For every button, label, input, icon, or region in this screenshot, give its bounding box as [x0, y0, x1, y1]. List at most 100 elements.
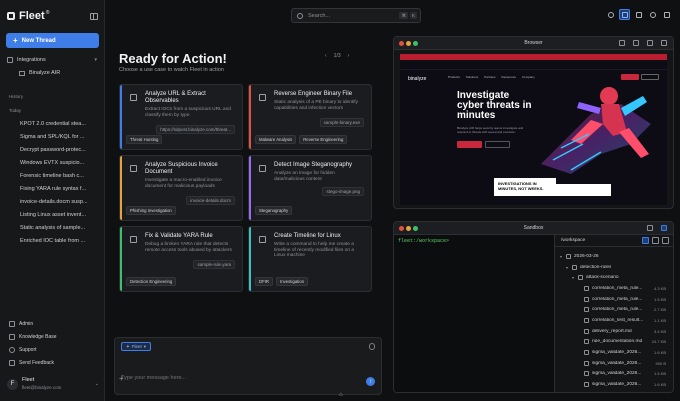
- integrations-section[interactable]: Integrations ▾: [7, 57, 97, 63]
- tree-file[interactable]: sigma_validate_2026... 1.5 KB: [555, 369, 673, 380]
- knowledge-base-link[interactable]: Knowledge Base: [9, 334, 57, 340]
- tree-folder[interactable]: ▾ 2026-03-26: [555, 251, 673, 262]
- tree-file[interactable]: sigma_validate_2026... 1.6 KB: [555, 379, 673, 390]
- card-description: Extract IOCs from a suspicious URL and c…: [145, 107, 231, 118]
- expand-icon[interactable]: [661, 40, 667, 46]
- admin-link[interactable]: Admin: [9, 321, 33, 327]
- search-box[interactable]: Search... ⌘ K: [291, 8, 421, 23]
- browser-view-button[interactable]: [647, 9, 658, 20]
- user-menu[interactable]: F Fleet fleet@binalyze.com ⌄: [7, 375, 99, 393]
- sort-icon[interactable]: [642, 237, 649, 244]
- use-case-card[interactable]: Fix & Validate YARA Rule Debug a broken …: [119, 226, 243, 292]
- tree-folder[interactable]: ▾ detection-rules: [555, 262, 673, 273]
- message-input[interactable]: [121, 375, 351, 381]
- card-title: Detect Image Steganography: [274, 162, 353, 168]
- file-size: 1.5 KB: [653, 296, 666, 302]
- site-hero-cta[interactable]: [457, 141, 482, 148]
- card-tag: Threat Hunting: [126, 135, 163, 144]
- send-button[interactable]: ↑: [366, 377, 375, 386]
- pager-next-button[interactable]: ›: [348, 53, 350, 59]
- use-case-card[interactable]: Analyze Suspicious Invoice Document Inve…: [119, 155, 243, 221]
- use-case-pager: ‹ 1/3 ›: [325, 53, 349, 59]
- agent-label: Fleet: [131, 344, 142, 349]
- terminal[interactable]: fleet:/workspace>: [394, 235, 554, 392]
- tree-item-name: sigma_validate_2026...: [592, 350, 642, 356]
- card-tag: Malware Analysis: [255, 135, 297, 144]
- thread-item[interactable]: KPOT 2.0 credential stea...: [20, 118, 98, 131]
- send-feedback-link[interactable]: Send Feedback: [9, 360, 54, 366]
- site-nav-link[interactable]: Resources: [502, 75, 516, 79]
- thread-item[interactable]: Decrypt password-protec...: [20, 144, 98, 157]
- logo-row: Fleet ®: [7, 9, 98, 23]
- page-subtitle: Choose a use case to watch Fleet in acti…: [119, 67, 224, 73]
- theme-toggle-button[interactable]: [605, 9, 616, 20]
- tree-file[interactable]: correlation_meta_rule... 1.5 KB: [555, 294, 673, 305]
- moon-icon: [607, 11, 614, 18]
- chat-view-button[interactable]: [633, 9, 644, 20]
- chevron-down-icon: ▾: [143, 343, 147, 349]
- tree-file[interactable]: sigma_validate_2026... 900 B: [555, 358, 673, 369]
- refresh-icon[interactable]: [619, 40, 625, 46]
- thread-item[interactable]: Sigma and SPL/KQL for ...: [20, 131, 98, 144]
- sidebar-collapse-icon[interactable]: [90, 12, 98, 20]
- use-case-card[interactable]: Create Timeline for Linux Write a comman…: [248, 226, 372, 292]
- tree-item-name: sigma_validate_2026...: [592, 371, 642, 377]
- site-hero-secondary[interactable]: [485, 141, 510, 148]
- logo-registered-mark: ®: [45, 10, 50, 16]
- file-size: 1.1 KB: [653, 317, 666, 323]
- agent-selector[interactable]: ✦ Fleet ▾: [121, 342, 152, 351]
- download-icon[interactable]: [647, 40, 653, 46]
- terminal-icon: [259, 236, 266, 243]
- new-thread-button[interactable]: + New Thread: [6, 33, 99, 48]
- split-view-button[interactable]: [619, 9, 630, 20]
- terminal-view-button[interactable]: [661, 9, 672, 20]
- camera-icon[interactable]: [647, 225, 653, 231]
- browser-viewport[interactable]: binalyze Products Solutions Partners Res…: [400, 54, 667, 205]
- card-title: Analyze Suspicious Invoice Document: [145, 162, 218, 175]
- avatar: F: [7, 378, 18, 390]
- tree-file[interactable]: rule_documentation.md 24.7 KB: [555, 337, 673, 348]
- sidebar: Fleet ® + New Thread Integrations ▾ Bina…: [0, 0, 105, 401]
- support-link[interactable]: Support: [9, 347, 37, 353]
- file-size: 3.4 KB: [653, 328, 666, 334]
- browser-titlebar: Browser: [394, 37, 673, 50]
- site-nav-link[interactable]: Products: [448, 75, 460, 79]
- tree-item-name: rule_documentation.md: [592, 339, 643, 345]
- tree-file[interactable]: sigma_validate_2026... 1.6 KB: [555, 347, 673, 358]
- card-title: Create Timeline for Linux: [274, 233, 341, 239]
- tree-file[interactable]: delivery_report.md 3.4 KB: [555, 326, 673, 337]
- card-attachment: invoice-details.docm: [186, 196, 235, 205]
- camera-icon[interactable]: [633, 40, 639, 46]
- thread-item[interactable]: Windows EVTX suspicio...: [20, 157, 98, 170]
- file-tree-rows: ▾ 2026-03-26 ▾ detection-rules ▾ attack-…: [555, 251, 673, 390]
- thread-item[interactable]: invoice-details.docm susp...: [20, 196, 98, 209]
- close-icon[interactable]: [662, 237, 669, 244]
- tree-file[interactable]: correlation_test_result... 1.1 KB: [555, 315, 673, 326]
- card-accent: [249, 156, 251, 220]
- use-case-card[interactable]: Detect Image Steganography Analyze an im…: [248, 155, 372, 221]
- binary-icon: [259, 94, 266, 101]
- refresh-icon[interactable]: [652, 237, 659, 244]
- thread-item[interactable]: Static analysis of sample...: [20, 222, 98, 235]
- thread-item[interactable]: Enriched IOC table from ...: [20, 235, 98, 248]
- tree-file[interactable]: correlation_meta_rule... 2.7 KB: [555, 304, 673, 315]
- use-case-card[interactable]: Analyze URL & Extract Observables Extrac…: [119, 84, 243, 150]
- site-promo-graphic: [556, 184, 611, 196]
- tree-item-name: correlation_test_result...: [592, 317, 644, 323]
- tree-file[interactable]: correlation_meta_rule... 4.3 KB: [555, 283, 673, 294]
- site-nav-link[interactable]: Solutions: [466, 75, 478, 79]
- pager-prev-button[interactable]: ‹: [325, 53, 327, 59]
- today-label: Today: [9, 108, 22, 113]
- tree-folder[interactable]: ▾ attack-scenario: [555, 272, 673, 283]
- integration-item-binalyze-air[interactable]: Binalyze AIR: [19, 70, 60, 76]
- site-nav-link[interactable]: Partners: [484, 75, 495, 79]
- folder-icon: [572, 264, 577, 270]
- thread-item[interactable]: Listing Linux asset invent...: [20, 209, 98, 222]
- use-case-card[interactable]: Reverse Engineer Binary File Static anal…: [248, 84, 372, 150]
- kbd-k: K: [409, 12, 417, 19]
- thread-item[interactable]: Fixing YARA rule syntax f...: [20, 183, 98, 196]
- thread-item[interactable]: Forensic timeline bash c...: [20, 170, 98, 183]
- paperclip-icon[interactable]: [369, 343, 375, 350]
- sidebar-toggle-icon[interactable]: [661, 225, 667, 231]
- terminal-prompt: fleet:/workspace>: [398, 238, 450, 244]
